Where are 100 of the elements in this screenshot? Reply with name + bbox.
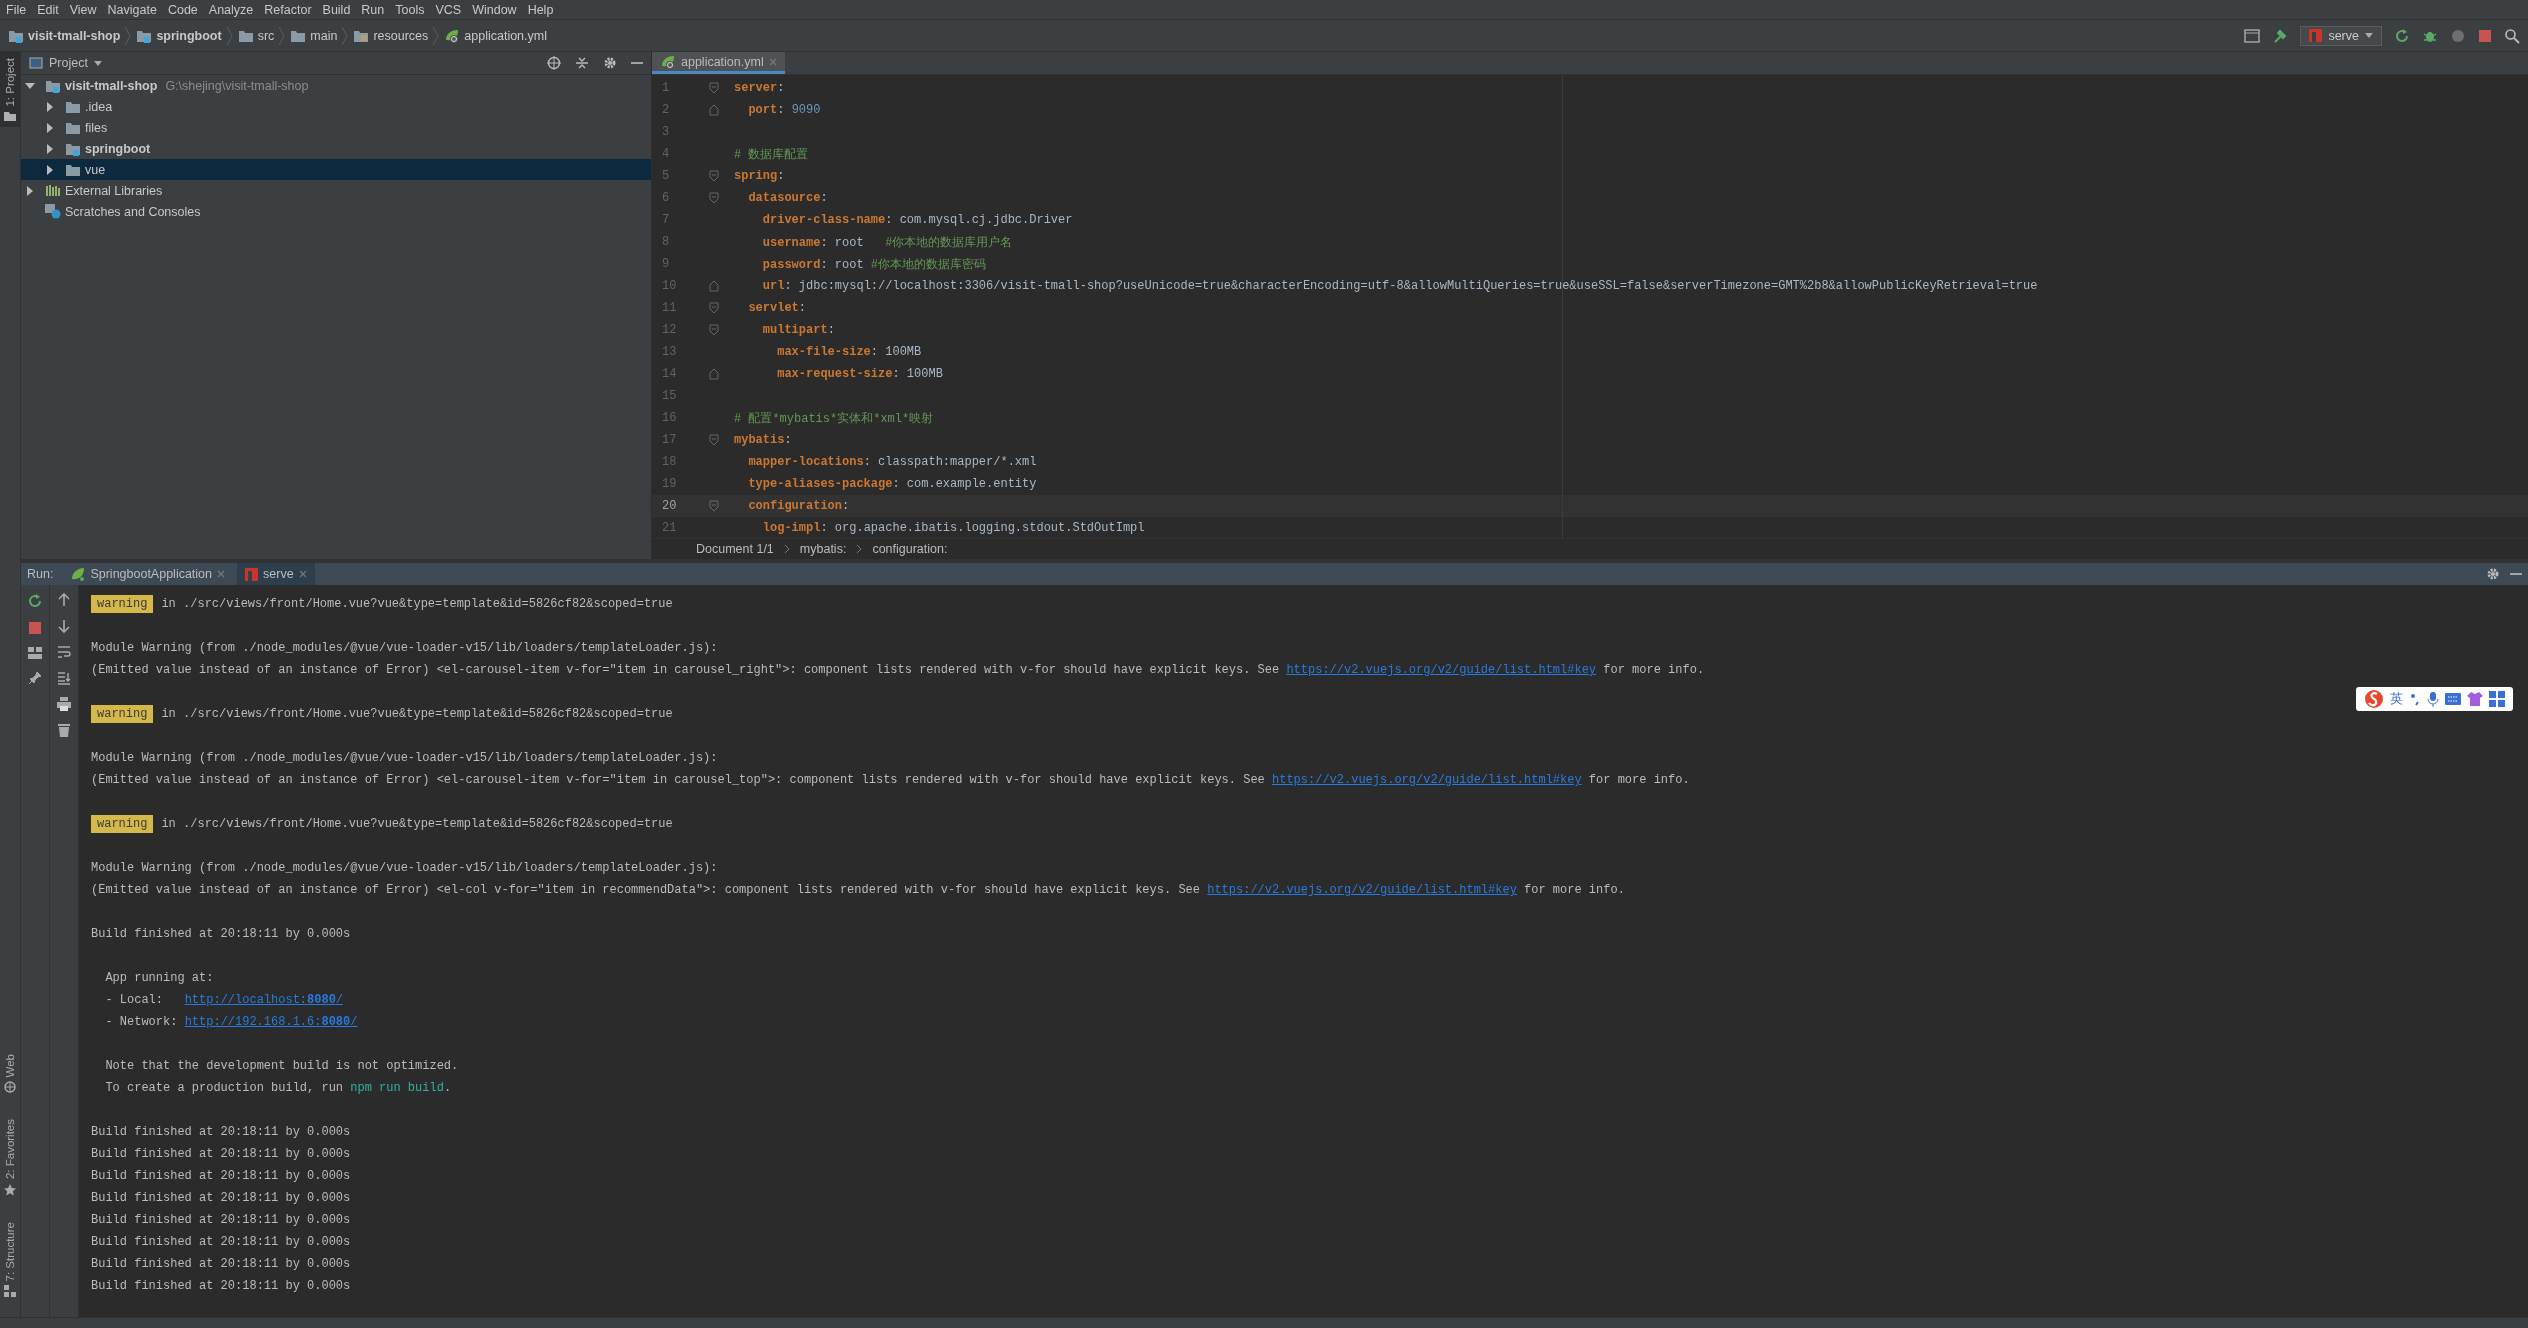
breadcrumb-item[interactable]: main (290, 28, 338, 43)
console-link[interactable]: https://v2.vuejs.org/v2/guide/list.html#key (1286, 663, 1597, 677)
menu-item[interactable]: VCS (435, 2, 462, 17)
wrap-icon[interactable] (57, 645, 71, 659)
settings-icon[interactable] (603, 56, 617, 70)
console-line: App running at: (104, 971, 214, 985)
tree-item[interactable]: files (21, 117, 651, 138)
menu-item[interactable]: Refactor (264, 2, 312, 17)
fold-end-icon[interactable] (709, 368, 719, 380)
fold-icon[interactable] (709, 82, 719, 94)
fold-icon[interactable] (709, 302, 719, 314)
menu-item[interactable]: Help (527, 2, 554, 17)
module-folder-icon (136, 28, 153, 43)
editor-tab[interactable]: application.yml (652, 52, 785, 74)
window-icon[interactable] (2244, 28, 2261, 43)
breadcrumb-item[interactable]: configuration: (872, 542, 948, 556)
console-line: - Network: http://192.168.1.6:8080/ (104, 1015, 358, 1029)
print-icon[interactable] (57, 697, 71, 711)
breadcrumb-item[interactable]: Document 1/1 (696, 542, 774, 556)
crosshair-icon[interactable] (547, 56, 561, 70)
breadcrumb-item[interactable]: visit-tmall-shop (8, 28, 121, 43)
project-view-dropdown[interactable]: Project (29, 56, 102, 70)
menu-item[interactable]: Code (167, 2, 198, 17)
stop-icon[interactable] (28, 621, 42, 635)
console-link[interactable]: https://v2.vuejs.org/v2/guide/list.html#key (1272, 773, 1582, 787)
menu-item[interactable]: Run (361, 2, 385, 17)
trash-icon[interactable] (58, 723, 70, 737)
console-line: Build finished at 20:18:11 by 0.000s (91, 927, 351, 941)
breadcrumb-item[interactable]: resources (353, 28, 429, 43)
menu-item[interactable]: Analyze (208, 2, 254, 17)
fold-icon[interactable] (709, 170, 719, 182)
side-tab[interactable]: 7: Structure (0, 1215, 20, 1303)
shirt-icon[interactable] (2467, 691, 2483, 707)
grid-icon[interactable] (2489, 691, 2505, 707)
layout-icon[interactable] (28, 647, 42, 659)
console-link[interactable]: http://localhost:8080/ (184, 993, 344, 1007)
collapsed-arrow-icon (45, 164, 55, 175)
scroll-end-icon[interactable] (57, 671, 71, 685)
fold-icon[interactable] (709, 500, 719, 512)
close-icon[interactable] (217, 570, 226, 578)
side-tab[interactable]: Web (0, 1048, 20, 1100)
console-line: Module Warning (from ./node_modules/@vue/vue-loader-v15/lib/loaders/templateLoader.js): (91, 751, 718, 765)
line-number: 2 (661, 102, 671, 119)
fold-end-icon[interactable] (709, 104, 719, 116)
language-toggle[interactable]: 英 (2390, 690, 2403, 708)
console-link[interactable]: https://v2.vuejs.org/v2/guide/list.html#key (1207, 883, 1517, 897)
folder-icon (290, 29, 307, 42)
menu-item[interactable]: Build (322, 2, 351, 17)
console-link[interactable]: http://192.168.1.6:8080/ (184, 1015, 358, 1029)
punctuation-icon[interactable] (2409, 692, 2421, 706)
run-tab[interactable]: SpringbootApplication (63, 563, 234, 585)
run-tab[interactable]: serve (237, 563, 315, 585)
search-icon[interactable] (2504, 27, 2520, 44)
hammer-icon[interactable] (2272, 27, 2289, 44)
folder-icon (65, 163, 81, 176)
fold-end-icon[interactable] (709, 280, 719, 292)
keyboard-icon[interactable] (2445, 693, 2461, 705)
tree-item[interactable]: springboot (21, 138, 651, 159)
console-line: Build finished at 20:18:11 by 0.000s (91, 1235, 351, 1249)
resources-folder-icon (353, 29, 370, 42)
settings-icon[interactable] (2486, 567, 2500, 581)
stop-icon[interactable] (2478, 28, 2492, 43)
breadcrumb-item[interactable]: application.yml (444, 28, 547, 43)
pin-icon[interactable] (28, 671, 42, 685)
arrow-up-icon[interactable] (58, 593, 70, 607)
tree-item[interactable]: External Libraries (21, 180, 651, 201)
line-number: 16 (661, 410, 678, 427)
menu-item[interactable]: Navigate (107, 2, 157, 17)
folder-icon (237, 29, 254, 42)
module-folder-icon (45, 78, 61, 93)
menu-item[interactable]: Tools (395, 2, 425, 17)
tree-item[interactable]: Scratches and Consoles (21, 201, 651, 222)
chevron-icon (856, 544, 863, 554)
arrow-down-icon[interactable] (58, 619, 70, 633)
breadcrumb-item[interactable]: mybatis: (799, 542, 847, 556)
microphone-icon[interactable] (2427, 691, 2439, 707)
menu-item[interactable]: View (69, 2, 97, 17)
side-tab[interactable]: 1: Project (0, 52, 20, 127)
rerun-icon[interactable] (27, 593, 43, 609)
console-line: Module Warning (from ./node_modules/@vue/vue-loader-v15/lib/loaders/templateLoader.js): (91, 861, 718, 875)
menu-item[interactable]: Window (472, 2, 517, 17)
menu-item[interactable]: File (6, 2, 27, 17)
breadcrumb-item[interactable]: springboot (136, 28, 222, 43)
collapse-icon[interactable] (575, 56, 589, 70)
console-line: (Emitted value instead of an instance of Error) <el-carousel-item v-for="item in carousel_right">: component lists rendered with v-for should have explicit keys. See https://v2.vuejs.org/v2/guide/list.html#key for more info. (91, 663, 1705, 677)
chevron-icon (432, 25, 441, 46)
fold-icon[interactable] (709, 192, 719, 204)
rerun-icon[interactable] (2394, 27, 2410, 44)
run-config-dropdown[interactable]: serve (2300, 25, 2382, 46)
close-icon[interactable] (298, 570, 307, 578)
tree-item[interactable]: .idea (21, 96, 651, 117)
collapsed-arrow-icon (45, 143, 55, 154)
fold-icon[interactable] (709, 434, 719, 446)
breadcrumb-item[interactable]: src (237, 28, 275, 43)
line-number: 1 (661, 80, 671, 97)
tree-item[interactable]: visit-tmall-shop G:\shejing\visit-tmall-shop (21, 75, 651, 96)
tree-item[interactable]: vue (21, 159, 651, 180)
fold-icon[interactable] (709, 324, 719, 336)
side-tab[interactable]: 2: Favorites (0, 1113, 20, 1202)
menu-item[interactable]: Edit (37, 2, 59, 17)
